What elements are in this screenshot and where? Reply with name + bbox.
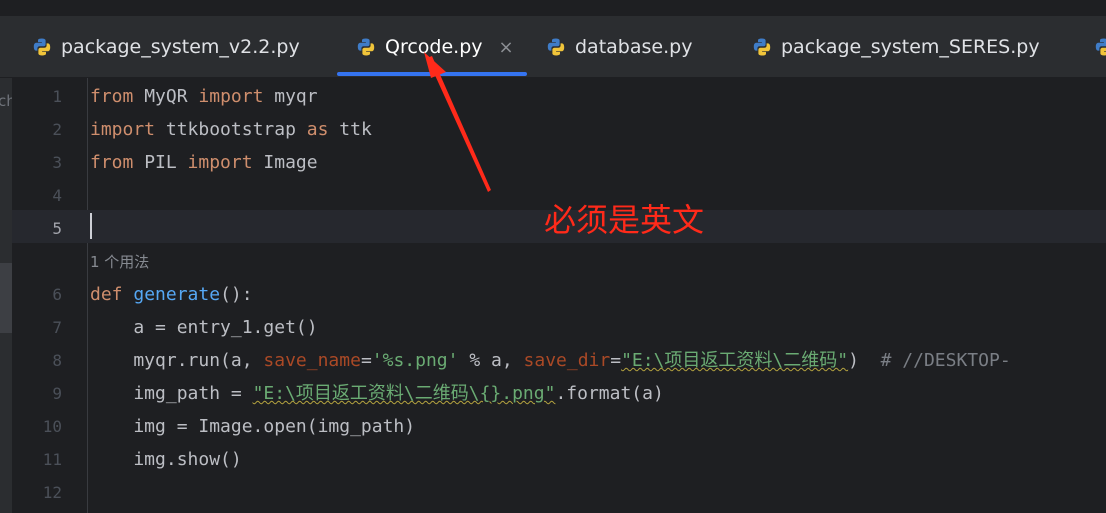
code-text: ) — [848, 350, 881, 371]
line-number-current: 5 — [52, 219, 62, 238]
line-number: 12 — [42, 483, 62, 502]
line-number: 11 — [42, 450, 62, 469]
function-name: generate — [133, 284, 221, 305]
keyword: import — [198, 86, 264, 107]
string-literal: '%s.png' — [371, 350, 459, 371]
code-text: PIL — [133, 152, 188, 173]
title-strip — [0, 0, 1106, 16]
keyword: as — [306, 119, 329, 140]
line-number: 1 — [52, 87, 62, 106]
code-text: .format(a) — [555, 383, 664, 404]
keyword: from — [90, 86, 134, 107]
editor-tab-bar: package_system_v2.2.py Qrcode.py × datab… — [0, 16, 1106, 78]
line-number: 8 — [52, 351, 62, 370]
close-icon[interactable]: × — [499, 37, 514, 58]
code-line-9[interactable]: img_path = "E:\项目返工资料\二维码\{}.png".format… — [90, 377, 664, 410]
code-text: MyQR — [133, 86, 199, 107]
line-number: 9 — [52, 384, 62, 403]
comment: # //DESKTOP- — [880, 350, 1011, 371]
code-line-10[interactable]: img = Image.open(img_path) — [90, 410, 415, 443]
line-number: 2 — [52, 120, 62, 139]
tab-package-system-seres[interactable]: package_system_SERES.py — [752, 16, 1040, 78]
code-text: img_path = — [90, 383, 253, 404]
code-text: = — [610, 350, 622, 371]
tab-package-system-v2-2[interactable]: package_system_v2.2.py — [32, 16, 300, 78]
code-line-7[interactable]: a = entry_1.get() — [90, 311, 318, 344]
text-caret — [90, 213, 92, 239]
code-line-2[interactable]: import ttkbootstrap as ttk — [90, 113, 372, 146]
tab-label: database.py — [575, 36, 693, 58]
code-line-1[interactable]: from MyQR import myqr — [90, 80, 318, 113]
keyword: import — [90, 119, 156, 140]
code-line-3[interactable]: from PIL import Image — [90, 146, 318, 179]
code-text: a = entry_1.get() — [90, 317, 318, 338]
tab-label: Qrcode.py — [385, 36, 483, 58]
line-number: 4 — [52, 186, 62, 205]
python-file-icon — [547, 38, 565, 56]
code-text: myqr — [263, 86, 318, 107]
python-file-icon — [33, 38, 51, 56]
line-number: 7 — [52, 318, 62, 337]
code-text: myqr.run(a, — [90, 350, 264, 371]
keyword: import — [187, 152, 253, 173]
python-file-icon — [357, 38, 375, 56]
string-literal: "E:\项目返工资料\二维码\{}.png" — [252, 383, 556, 404]
keyword: def — [90, 284, 123, 305]
line-number: 3 — [52, 153, 62, 172]
line-number: 6 — [52, 285, 62, 304]
code-line-11[interactable]: img.show() — [90, 443, 242, 476]
tab-qrcode[interactable]: Qrcode.py × — [356, 16, 514, 78]
tab-database[interactable]: database.py — [546, 16, 692, 78]
tab-label: package_system_v2.2.py — [61, 36, 300, 58]
string-literal: "E:\项目返工资料\二维码" — [621, 350, 849, 371]
code-text: % a, — [458, 350, 524, 371]
active-tab-indicator — [337, 72, 527, 76]
keyword-argument: save_dir — [523, 350, 611, 371]
python-file-icon — [1095, 38, 1106, 56]
code-text: Image — [252, 152, 318, 173]
code-text: ttk — [328, 119, 372, 140]
annotation-text: 必须是英文 — [544, 201, 705, 239]
line-number: 10 — [42, 417, 62, 436]
usage-hint[interactable]: 1 个用法 — [90, 248, 149, 276]
code-line-8[interactable]: myqr.run(a, save_name='%s.png' % a, save… — [90, 344, 1011, 377]
python-file-icon — [753, 38, 771, 56]
scroll-marker — [0, 263, 12, 333]
tab-overflow[interactable] — [1094, 16, 1106, 78]
left-tool-strip: ch — [0, 78, 16, 513]
code-text: = — [360, 350, 372, 371]
tab-label: package_system_SERES.py — [781, 36, 1040, 58]
keyword-argument: save_name — [263, 350, 361, 371]
code-text: (): — [220, 284, 253, 305]
code-text: img = Image.open(img_path) — [90, 416, 416, 437]
code-text: ttkbootstrap — [155, 119, 307, 140]
code-line-6[interactable]: def generate(): — [90, 278, 253, 311]
keyword: from — [90, 152, 134, 173]
code-text: img.show() — [90, 449, 242, 470]
